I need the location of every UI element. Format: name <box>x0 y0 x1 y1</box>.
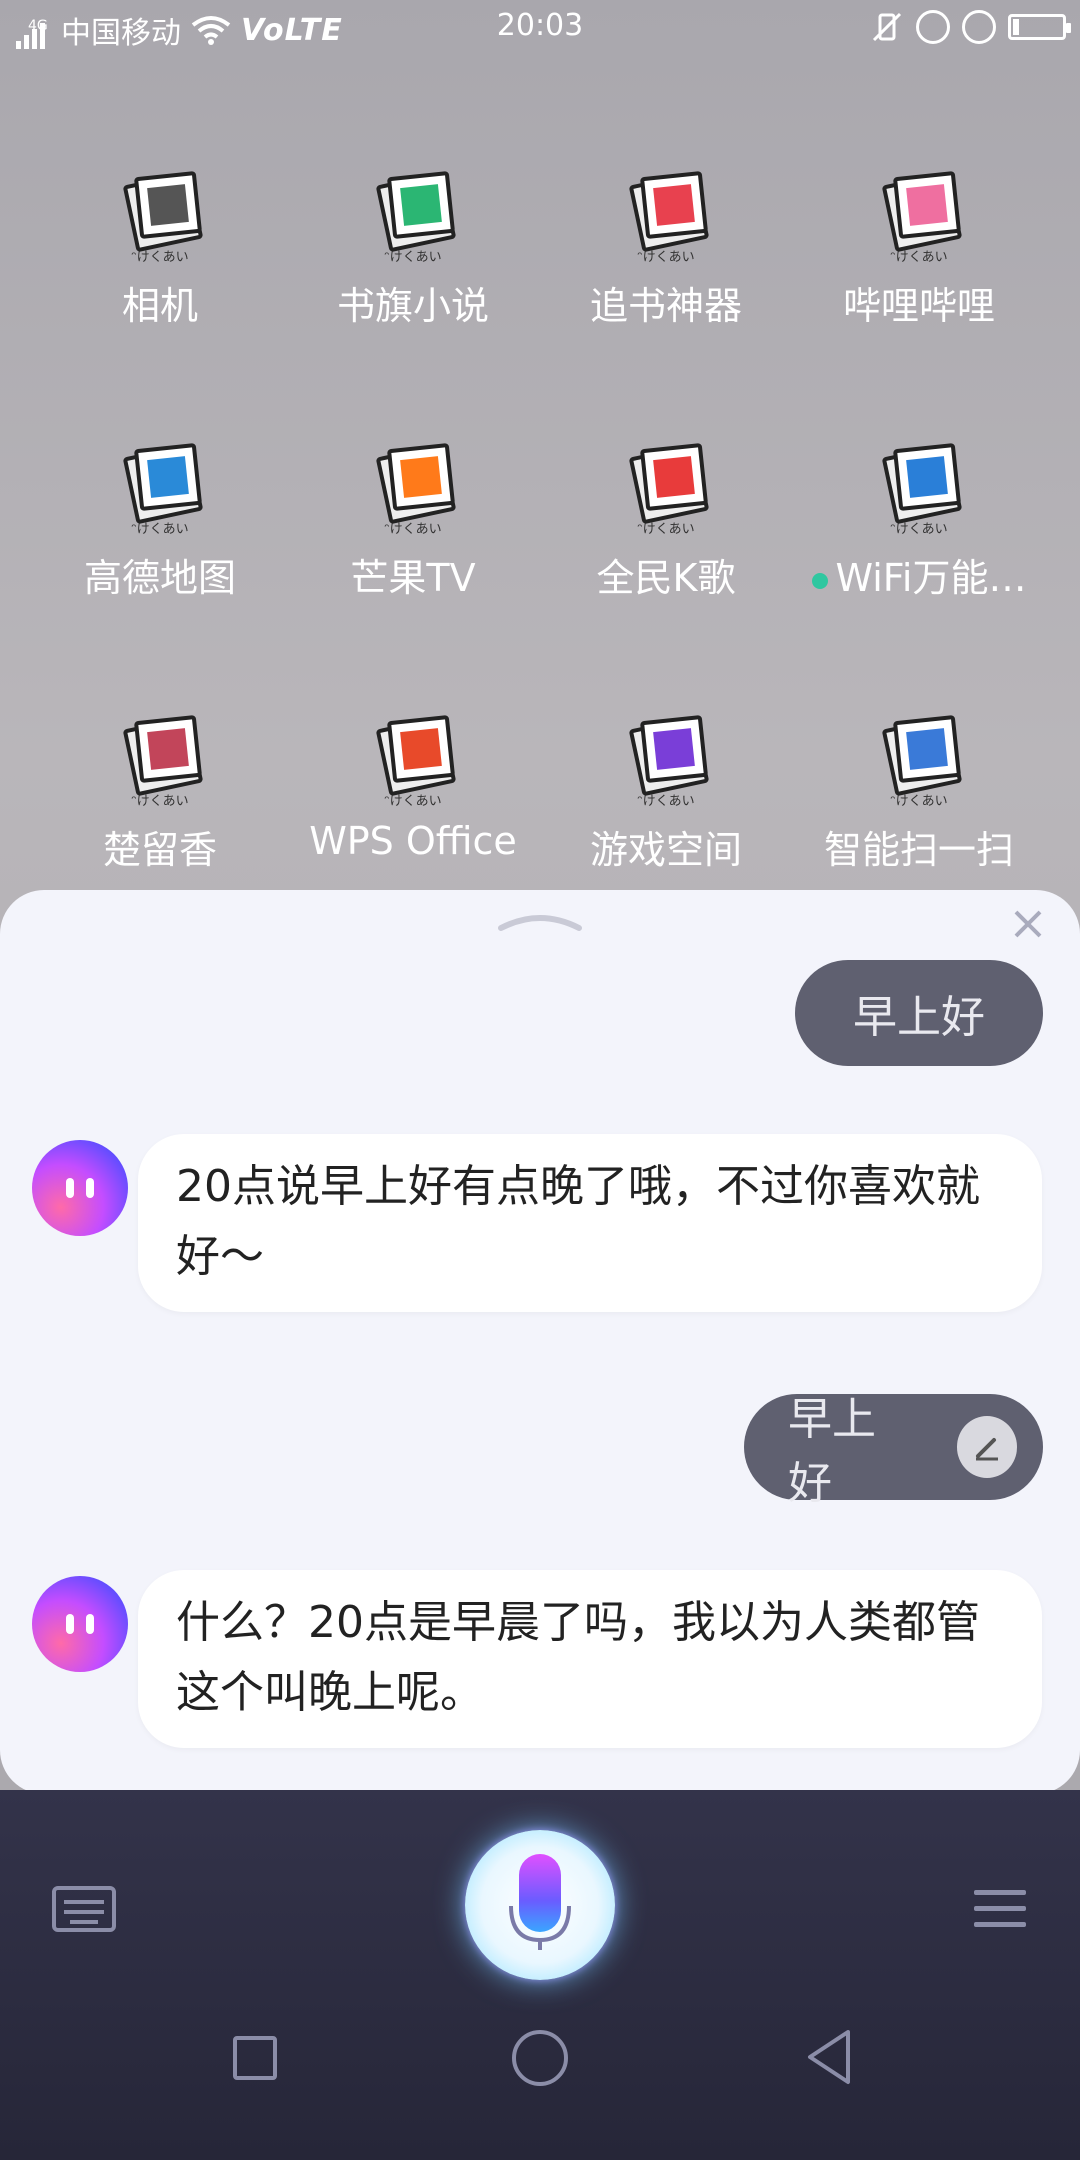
app-icon-image <box>628 714 710 797</box>
assistant-message: 什么？20点是早晨了吗，我以为人类都管这个叫晚上呢。 <box>138 1570 1042 1748</box>
app-icon-sublabel: ᵔけくあい <box>890 522 948 537</box>
app-label: 智能扫一扫 <box>823 828 1014 872</box>
app-icon-image <box>122 442 204 525</box>
user-message-text: 早上好 <box>788 1394 876 1509</box>
assistant-avatar <box>32 1140 128 1236</box>
assistant-bottom-bar <box>0 1790 1080 2160</box>
menu-icon[interactable] <box>974 1890 1026 1938</box>
edit-message-button[interactable] <box>956 1416 1017 1478</box>
assistant-message: 20点说早上好有点晚了哦，不过你喜欢就好～ <box>138 1134 1042 1312</box>
app-icon-8[interactable]: ᵔけくあい WiFi万能… <box>789 442 1049 602</box>
microphone-button[interactable] <box>465 1830 615 1980</box>
keyboard-icon[interactable] <box>52 1886 116 1932</box>
app-icon-sublabel: ᵔけくあい <box>637 250 695 265</box>
back-icon[interactable] <box>804 2028 854 2086</box>
app-label: 高德地图 <box>83 556 236 600</box>
app-icon-10[interactable]: ᵔけくあい WPS Office <box>283 714 543 863</box>
app-icon-image <box>881 442 963 525</box>
assistant-avatar <box>32 1576 128 1672</box>
collapse-handle-icon[interactable] <box>497 910 583 932</box>
app-icon-sublabel: ᵔけくあい <box>384 794 442 809</box>
recent-apps-icon[interactable] <box>233 2036 277 2080</box>
app-label: WiFi万能… <box>789 547 1049 602</box>
app-label: 相机 <box>121 284 198 328</box>
app-icon-sublabel: ᵔけくあい <box>890 250 948 265</box>
user-message[interactable]: 早上好 <box>795 960 1043 1066</box>
app-label: 楚留香 <box>102 828 217 872</box>
app-icon-12[interactable]: ᵔけくあい智能扫一扫 <box>789 714 1049 874</box>
app-icon-image <box>375 170 457 253</box>
app-icon-image <box>881 170 963 253</box>
app-label: 哔哩哔哩 <box>842 284 995 328</box>
app-label: 芒果TV <box>350 556 476 600</box>
app-icon-sublabel: ᵔけくあい <box>131 794 189 809</box>
app-label: 全民K歌 <box>596 556 736 600</box>
app-icon-image <box>881 714 963 797</box>
app-label: 追书神器 <box>589 284 742 328</box>
app-label: 书旗小说 <box>336 284 489 328</box>
app-icon-image <box>628 442 710 525</box>
app-icon-sublabel: ᵔけくあい <box>131 250 189 265</box>
alarm-icon <box>962 10 996 44</box>
app-icon-4[interactable]: ᵔけくあい哔哩哔哩 <box>789 170 1049 330</box>
rotation-lock-icon <box>916 10 950 44</box>
app-icon-11[interactable]: ᵔけくあい游戏空间 <box>536 714 796 874</box>
app-icon-sublabel: ᵔけくあい <box>131 522 189 537</box>
pencil-icon <box>975 1438 998 1461</box>
new-badge-dot <box>811 572 828 589</box>
app-icon-image <box>122 170 204 253</box>
app-icon-image <box>122 714 204 797</box>
app-icon-sublabel: ᵔけくあい <box>890 794 948 809</box>
app-icon-image <box>375 714 457 797</box>
app-icon-3[interactable]: ᵔけくあい追书神器 <box>536 170 796 330</box>
app-icon-9[interactable]: ᵔけくあい楚留香 <box>30 714 290 874</box>
app-icon-sublabel: ᵔけくあい <box>384 522 442 537</box>
app-icon-1[interactable]: ᵔけくあい相机 <box>30 170 290 330</box>
app-icon-sublabel: ᵔけくあい <box>637 794 695 809</box>
navigation-bar <box>0 2006 1080 2106</box>
assistant-message-text: 20点说早上好有点晚了哦，不过你喜欢就好～ <box>176 1161 980 1282</box>
app-label: 游戏空间 <box>589 828 742 872</box>
vibrate-icon <box>872 12 902 42</box>
app-icon-6[interactable]: ᵔけくあい芒果TV <box>283 442 543 602</box>
status-bar: 4G 中国移动 VoLTE 20:03 <box>0 0 1080 56</box>
app-icon-2[interactable]: ᵔけくあい书旗小说 <box>283 170 543 330</box>
user-message[interactable]: 早上好 <box>744 1394 1043 1509</box>
assistant-panel: 早上好 20点说早上好有点晚了哦，不过你喜欢就好～ 早上好 什么？20点是早晨了… <box>0 890 1080 1794</box>
app-icon-5[interactable]: ᵔけくあい高德地图 <box>30 442 290 602</box>
app-icon-sublabel: ᵔけくあい <box>637 522 695 537</box>
user-message-text: 早上好 <box>853 992 985 1043</box>
app-icon-7[interactable]: ᵔけくあい全民K歌 <box>536 442 796 602</box>
assistant-message-text: 什么？20点是早晨了吗，我以为人类都管这个叫晚上呢。 <box>176 1597 980 1718</box>
close-icon[interactable] <box>1006 902 1050 946</box>
home-icon[interactable] <box>512 2030 568 2086</box>
app-icon-image <box>375 442 457 525</box>
app-icon-sublabel: ᵔけくあい <box>384 250 442 265</box>
app-label: WPS Office <box>309 819 517 863</box>
app-icon-image <box>628 170 710 253</box>
battery-icon <box>1008 14 1071 40</box>
